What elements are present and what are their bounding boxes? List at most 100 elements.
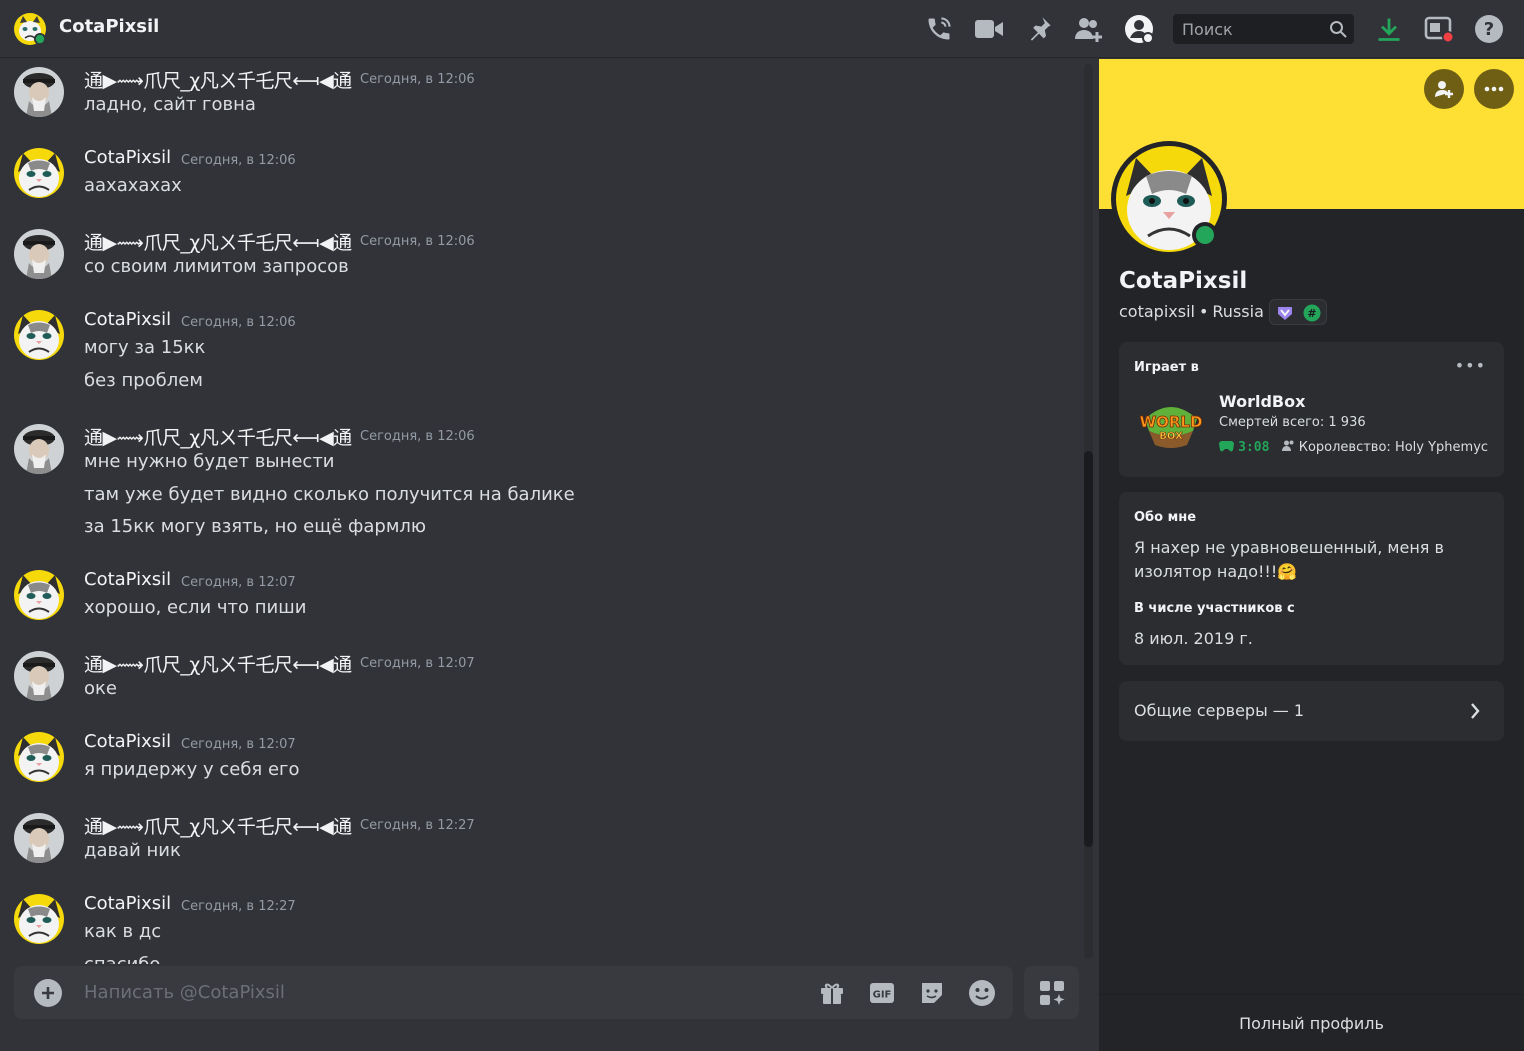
active-developer-badge-icon[interactable]: # <box>1303 304 1321 322</box>
message-text: спасибо <box>84 953 161 965</box>
activity-heading: Играет в <box>1134 360 1199 375</box>
hypesquad-badge-icon[interactable] <box>1276 304 1294 322</box>
gif-icon[interactable]: GIF <box>867 978 897 1008</box>
worldbox-logo-world: WORLD <box>1140 413 1203 431</box>
sticker-icon[interactable] <box>917 978 947 1008</box>
message-author[interactable]: CotaPixsil <box>84 731 171 752</box>
message-group[interactable]: CotaPixsil Сегодня, в 12:06 аахахахах <box>0 140 1080 213</box>
worldbox-logo-icon: WORLD BOX <box>1139 397 1203 453</box>
message-group[interactable]: CotaPixsil Сегодня, в 12:07 я придержу у с… <box>0 724 1080 797</box>
profile-badges: # <box>1269 299 1327 325</box>
avatar[interactable] <box>14 570 64 620</box>
gift-icon[interactable] <box>817 978 847 1008</box>
message-text: давай ник <box>84 840 181 861</box>
header-avatar[interactable] <box>14 13 46 45</box>
message-timestamp[interactable]: Сегодня, в 12:27 <box>181 899 296 914</box>
message-timestamp[interactable]: Сегодня, в 12:07 <box>181 737 296 752</box>
user-profile-panel: CotaPixsil cotapixsil • Russia # Играет в … <box>1099 59 1524 1051</box>
message-group[interactable]: 通▶⟿爪尺_χ凡ㄨ千乇尺⟻◀通 Сегодня, в 12:27 давай ник <box>0 805 1080 878</box>
message-timestamp[interactable]: Сегодня, в 12:06 <box>360 234 475 249</box>
message-text: со своим лимитом запросов <box>84 256 349 277</box>
emoji-icon[interactable] <box>967 978 997 1008</box>
video-call-icon[interactable] <box>974 14 1004 44</box>
message-timestamp[interactable]: Сегодня, в 12:06 <box>360 72 475 87</box>
message-input[interactable] <box>84 966 784 1019</box>
separator: • <box>1198 302 1209 321</box>
message-timestamp[interactable]: Сегодня, в 12:06 <box>181 315 296 330</box>
message-group[interactable]: 通▶⟿爪尺_χ凡ㄨ千乇尺⟻◀通 Сегодня, в 12:06 со своим … <box>0 221 1080 294</box>
activity-details: Смертей всего: 1 936 <box>1219 415 1366 430</box>
avatar[interactable] <box>14 67 64 117</box>
message-text: аахахахах <box>84 175 182 196</box>
member-since-date: 8 июл. 2019 г. <box>1134 629 1253 648</box>
avatar[interactable] <box>14 813 64 863</box>
download-icon[interactable] <box>1374 14 1404 44</box>
search-box[interactable] <box>1173 14 1354 44</box>
more-options-button[interactable] <box>1474 69 1514 109</box>
mutual-servers-button[interactable]: Общие серверы — 1 <box>1119 681 1504 741</box>
message-group[interactable]: CotaPixsil Сегодня, в 12:27 как в дс спасиб… <box>0 886 1080 964</box>
message-timestamp[interactable]: Сегодня, в 12:27 <box>360 818 475 833</box>
avatar[interactable] <box>14 424 64 474</box>
profile-display-name: CotaPixsil <box>1119 268 1248 294</box>
message-timestamp[interactable]: Сегодня, в 12:07 <box>360 656 475 671</box>
avatar[interactable] <box>14 148 64 198</box>
message-text: хорошо, если что пиши <box>84 597 307 618</box>
message-timestamp[interactable]: Сегодня, в 12:07 <box>181 575 296 590</box>
message-author[interactable]: CotaPixsil <box>84 569 171 590</box>
pinned-messages-icon[interactable] <box>1024 14 1054 44</box>
profile-location: Russia <box>1212 302 1264 321</box>
search-input[interactable] <box>1173 14 1323 44</box>
message-author[interactable]: 通▶⟿爪尺_χ凡ㄨ千乇尺⟻◀通 <box>84 650 352 677</box>
message-composer: GIF <box>14 966 1013 1019</box>
message-text: могу за 15кк <box>84 337 206 358</box>
scrollbar-thumb[interactable] <box>1084 451 1093 847</box>
message-author[interactable]: 通▶⟿爪尺_χ凡ㄨ千乇尺⟻◀通 <box>84 228 352 255</box>
message-author[interactable]: CotaPixsil <box>84 893 171 914</box>
upload-plus-button[interactable] <box>34 979 62 1007</box>
profile-subtitle: cotapixsil • Russia <box>1119 302 1264 321</box>
full-profile-button[interactable]: Полный профиль <box>1099 994 1524 1051</box>
activity-card: Играет в ••• WORLD BOX WorldBox Смертей … <box>1119 342 1504 477</box>
message-text: за 15кк могу взять, но ещё фармлю <box>84 516 427 537</box>
message-timestamp[interactable]: Сегодня, в 12:06 <box>360 429 475 444</box>
message-author[interactable]: 通▶⟿爪尺_χ凡ㄨ千乇尺⟻◀通 <box>84 423 352 450</box>
help-icon[interactable]: ? <box>1474 14 1504 44</box>
about-text-line1: Я нахер не уравновешенный, меня в <box>1134 538 1444 557</box>
message-list[interactable]: 通▶⟿爪尺_χ凡ㄨ千乇尺⟻◀通 Сегодня, в 12:06 ладно, са… <box>0 59 1099 964</box>
message-author[interactable]: CotaPixsil <box>84 309 171 330</box>
message-text: мне нужно будет вынести <box>84 451 335 472</box>
message-group[interactable]: 通▶⟿爪尺_χ凡ㄨ千乇尺⟻◀通 Сегодня, в 12:06 мне нужно… <box>0 416 1080 554</box>
message-group[interactable]: 通▶⟿爪尺_χ凡ㄨ千乇尺⟻◀通 Сегодня, в 12:06 ладно, са… <box>0 59 1080 132</box>
add-friends-to-dm-icon[interactable] <box>1074 14 1104 44</box>
add-friend-button[interactable] <box>1424 69 1464 109</box>
apps-icon[interactable] <box>1024 966 1079 1019</box>
activity-state: Королевство: Holy Yphemyc <box>1298 440 1489 455</box>
avatar[interactable] <box>14 894 64 944</box>
activity-more-icon[interactable]: ••• <box>1455 356 1486 375</box>
message-author[interactable]: 通▶⟿爪尺_χ凡ㄨ千乇尺⟻◀通 <box>84 812 352 839</box>
inbox-icon[interactable] <box>1424 14 1454 44</box>
avatar[interactable] <box>14 310 64 360</box>
user-profile-icon[interactable] <box>1124 14 1154 44</box>
voice-call-icon[interactable] <box>924 14 954 44</box>
message-group[interactable]: CotaPixsil Сегодня, в 12:06 могу за 15кк бе… <box>0 302 1080 407</box>
mutual-servers-label: Общие серверы — 1 <box>1134 701 1305 720</box>
svg-text:#: # <box>1307 307 1316 320</box>
profile-username: cotapixsil <box>1119 302 1195 321</box>
avatar[interactable] <box>14 651 64 701</box>
message-text: без проблем <box>84 369 203 391</box>
svg-text:GIF: GIF <box>873 990 892 1001</box>
message-author[interactable]: CotaPixsil <box>84 147 171 168</box>
message-group[interactable]: 通▶⟿爪尺_χ凡ㄨ千乇尺⟻◀通 Сегодня, в 12:07 оке <box>0 643 1080 716</box>
message-timestamp[interactable]: Сегодня, в 12:06 <box>181 153 296 168</box>
avatar[interactable] <box>14 229 64 279</box>
message-group[interactable]: CotaPixsil Сегодня, в 12:07 хорошо, если ч… <box>0 562 1080 635</box>
avatar[interactable] <box>14 732 64 782</box>
message-text: ладно, сайт говна <box>84 94 256 115</box>
activity-elapsed-time: 3:08 <box>1238 440 1270 455</box>
message-author[interactable]: 通▶⟿爪尺_χ凡ㄨ千乇尺⟻◀通 <box>84 66 352 93</box>
activity-game-name: WorldBox <box>1219 392 1306 411</box>
worldbox-logo-box: BOX <box>1159 431 1183 442</box>
channel-header: CotaPixsil ? <box>0 0 1524 58</box>
